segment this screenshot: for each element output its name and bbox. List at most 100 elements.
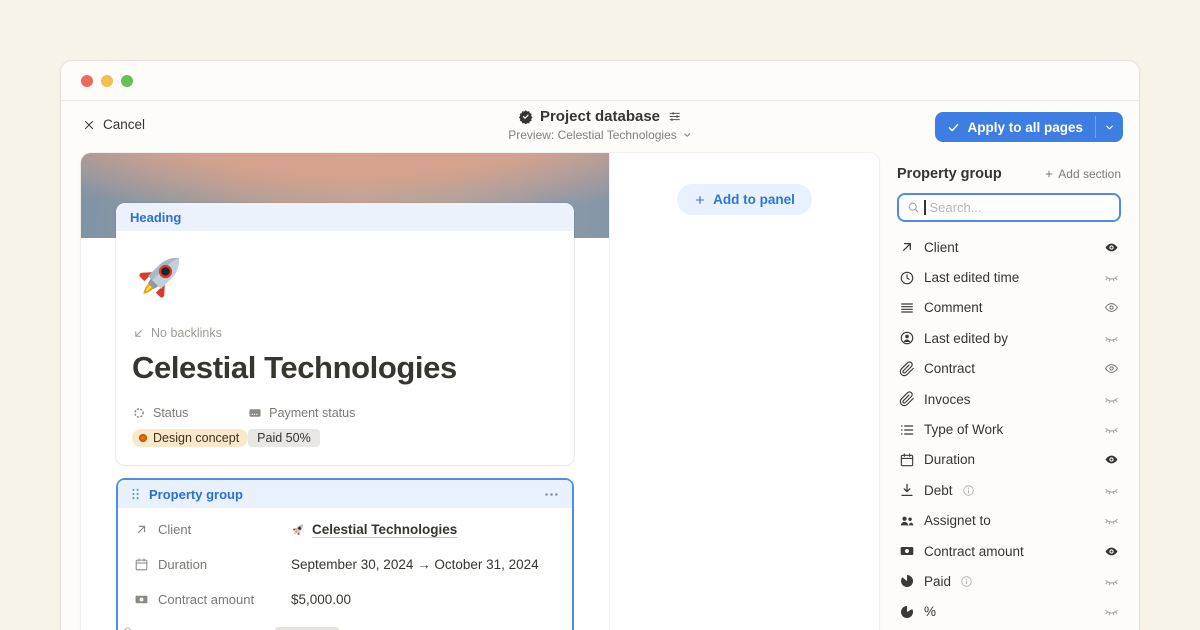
property-group-header[interactable]: Property group [118,480,572,508]
page-title: Celestial Technologies [132,350,558,386]
property-type-icon [899,452,915,468]
property-list-item[interactable]: Duration [897,445,1121,475]
layout-settings-icon[interactable] [667,109,682,124]
sidebar-title: Property group [897,166,1002,182]
property-type-icon [134,522,149,537]
property-row: Duration September 30, 2024 → October 31… [134,547,556,582]
property-type-icon [899,482,915,498]
property-name: Type of Work [924,422,1003,437]
visibility-toggle[interactable] [1104,331,1119,346]
property-list-item[interactable]: % [897,597,1121,627]
chevron-down-icon [1104,122,1115,133]
property-list-item[interactable]: Type of Work [897,414,1121,444]
info-icon [960,575,973,588]
property-list-item[interactable]: Paid [897,566,1121,596]
apply-options-dropdown[interactable] [1096,112,1123,142]
property-list-item[interactable]: Last edited by [897,323,1121,353]
property-list: Client Last edited time Comment [897,232,1121,627]
property-value: Design concept [153,431,239,445]
property-list-item[interactable]: Debt [897,475,1121,505]
heading-section[interactable]: Heading No backlinks Celestial Technolog… [116,203,574,465]
property-type-icon [132,406,146,420]
minimize-window-button[interactable] [101,75,113,87]
add-section-button[interactable]: Add section [1044,167,1121,181]
property-type-icon [899,513,915,529]
apply-button-main[interactable]: Apply to all pages [935,112,1095,142]
property-type-icon [899,604,915,620]
property-name: Last edited by [924,331,1008,346]
page-column: Heading No backlinks Celestial Technolog… [81,153,609,630]
zoom-window-button[interactable] [121,75,133,87]
property-search-box[interactable] [897,193,1121,222]
visibility-toggle[interactable] [1104,452,1119,467]
property-group-sidebar: Property group Add section Client [897,166,1121,627]
visibility-toggle[interactable] [1104,544,1119,559]
property-label: Contract amount [158,592,254,607]
property-type-icon [899,239,915,255]
heading-section-body: No backlinks Celestial Technologies St [116,231,574,465]
property-name: Invoces [924,392,971,407]
property-list-item[interactable]: Comment [897,293,1121,323]
visibility-toggle[interactable] [1104,392,1119,407]
search-input[interactable] [930,200,1112,215]
property-list-item[interactable]: Contract [897,354,1121,384]
property-type-icon [899,330,915,346]
visibility-toggle[interactable] [1104,604,1119,619]
apply-to-all-pages-button[interactable]: Apply to all pages [935,112,1123,142]
backlink-arrow-icon [132,327,145,340]
visibility-toggle[interactable] [1104,422,1119,437]
property-value: September 30, 2024 → October 31, 2024 [291,557,539,572]
drag-handle-icon[interactable] [130,487,141,501]
property-group-rows: Client Celestial Technologies [118,508,572,617]
clipped-property-row [118,617,572,630]
property-value: Paid 50% [257,431,311,445]
cancel-button[interactable]: Cancel [83,117,145,132]
property-type-icon [899,543,915,559]
property-type-icon [899,270,915,286]
close-window-button[interactable] [81,75,93,87]
visibility-toggle[interactable] [1104,361,1119,376]
property-value-pill: Paid 50% [248,429,320,447]
inline-property: Payment status Paid 50% [248,406,355,447]
side-panel-column: Add to panel [609,153,879,630]
property-list-item[interactable]: Contract amount [897,536,1121,566]
database-title-block: Project database Preview: Celestial Tech… [508,108,692,142]
property-value-pill: Design concept [132,429,248,447]
property-list-item[interactable]: Assignet to [897,506,1121,536]
visibility-toggle[interactable] [1104,483,1119,498]
property-list-item[interactable]: Last edited time [897,262,1121,292]
backlinks-label: No backlinks [151,326,222,340]
property-row: Client Celestial Technologies [134,512,556,547]
visibility-toggle[interactable] [1104,574,1119,589]
cancel-label: Cancel [103,117,145,132]
add-to-panel-button[interactable]: Add to panel [677,184,812,215]
visibility-toggle[interactable] [1104,240,1119,255]
check-icon [947,121,960,134]
property-list-item[interactable]: Client [897,232,1121,262]
verified-badge-icon [518,109,533,124]
editor-toolbar: Cancel Project database Preview: Celesti… [61,101,1139,153]
app-window: Cancel Project database Preview: Celesti… [60,60,1140,630]
property-type-icon [899,573,915,589]
more-options-icon[interactable] [543,486,560,503]
property-name: Contract amount [924,544,1024,559]
close-icon [83,119,95,131]
layout-canvas: Heading No backlinks Celestial Technolog… [61,153,1139,630]
property-group-section[interactable]: Property group Client [116,478,574,630]
property-label: Duration [158,557,207,572]
property-name: Comment [924,300,983,315]
visibility-toggle[interactable] [1104,270,1119,285]
page-preview-card: Heading No backlinks Celestial Technolog… [81,153,879,630]
property-value: $5,000.00 [291,592,351,607]
visibility-toggle[interactable] [1104,300,1119,315]
page-icon-rocket[interactable] [132,247,190,305]
property-name: Paid [924,574,951,589]
heading-section-header[interactable]: Heading [116,203,574,231]
database-title: Project database [540,108,660,125]
status-dot [139,434,147,442]
preview-selector[interactable]: Preview: Celestial Technologies [508,128,692,142]
property-type-icon [899,422,915,438]
property-name: Debt [924,483,953,498]
visibility-toggle[interactable] [1104,513,1119,528]
property-list-item[interactable]: Invoces [897,384,1121,414]
